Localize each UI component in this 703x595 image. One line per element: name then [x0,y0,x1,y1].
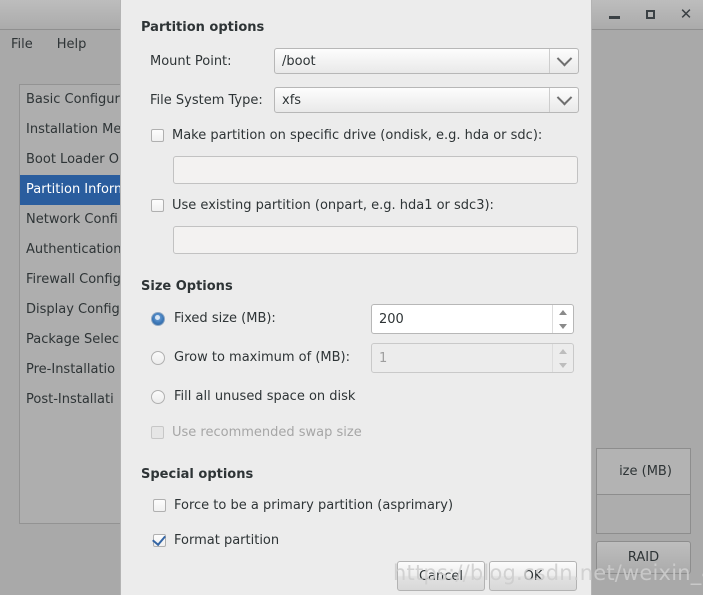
fixed-size-value[interactable]: 200 [372,305,552,333]
fill-unused-space-label: Fill all unused space on disk [174,389,356,404]
format-partition-checkbox[interactable] [153,534,166,547]
mount-point-label: Mount Point: [150,54,232,69]
fill-unused-space-radio[interactable] [151,389,165,404]
grow-to-maximum-radio-row[interactable]: Grow to maximum of (MB): [151,350,350,365]
mount-point-combobox[interactable]: /boot [274,48,579,74]
mount-point-dropdown-arrow[interactable] [549,49,578,73]
file-system-type-value: xfs [282,92,302,108]
file-system-type-dropdown-arrow[interactable] [549,88,578,112]
maximize-icon [645,9,655,19]
grow-to-maximum-spinner-buttons[interactable] [552,344,573,372]
asprimary-label: Force to be a primary partition (asprima… [174,498,454,513]
onpart-label: Use existing partition (onpart, e.g. hda… [172,198,494,213]
partition-table-panel: ize (MB) [596,448,691,534]
grow-to-maximum-radio[interactable] [151,350,165,365]
mount-point-value: /boot [282,53,316,69]
grow-decrement-button[interactable] [553,358,573,372]
recommended-swap-size-checkbox [151,426,164,439]
fixed-size-spinner-buttons[interactable] [552,305,573,333]
file-system-type-label: File System Type: [150,93,263,108]
grow-to-maximum-value[interactable]: 1 [372,344,552,372]
recommended-swap-size-row: Use recommended swap size [151,425,362,440]
raid-button[interactable]: RAID [596,541,691,574]
format-partition-checkbox-row[interactable]: Format partition [153,533,279,548]
asprimary-checkbox[interactable] [153,499,166,512]
file-system-type-combobox[interactable]: xfs [274,87,579,113]
chevron-down-icon [556,50,572,66]
grow-increment-button[interactable] [553,344,573,358]
grow-to-maximum-spinner[interactable]: 1 [371,343,574,373]
chevron-down-icon [559,362,567,368]
fixed-size-decrement-button[interactable] [553,319,573,333]
partition-table-column-size: ize (MB) [597,449,690,495]
fixed-size-label: Fixed size (MB): [174,311,276,326]
minimize-button[interactable] [603,4,625,24]
fixed-size-spinner[interactable]: 200 [371,304,574,334]
close-icon: ✕ [679,4,693,23]
section-title-size-options: Size Options [141,279,233,294]
fixed-size-increment-button[interactable] [553,305,573,319]
ondisk-label: Make partition on specific drive (ondisk… [172,128,543,143]
onpart-input[interactable] [173,226,578,254]
fill-unused-space-radio-row[interactable]: Fill all unused space on disk [151,389,355,404]
format-partition-label: Format partition [174,533,280,548]
fixed-size-radio[interactable] [151,311,165,326]
menu-file[interactable]: File [9,35,43,54]
menu-help[interactable]: Help [55,35,97,54]
section-title-partition-options: Partition options [141,20,265,35]
close-button[interactable]: ✕ [675,4,697,24]
cancel-button[interactable]: Cancel [397,561,485,591]
ondisk-checkbox[interactable] [151,129,164,142]
partition-options-dialog: Partition options Mount Point: /boot Fil… [120,0,592,595]
minimize-icon [608,16,620,19]
ok-button[interactable]: OK [489,561,577,591]
grow-to-maximum-label: Grow to maximum of (MB): [174,350,350,365]
chevron-up-icon [559,348,567,354]
window-controls: ✕ [603,4,697,24]
chevron-down-icon [556,89,572,105]
chevron-down-icon [559,323,567,329]
ondisk-checkbox-row[interactable]: Make partition on specific drive (ondisk… [151,128,542,143]
onpart-checkbox[interactable] [151,199,164,212]
partition-table-body [597,495,690,533]
recommended-swap-size-label: Use recommended swap size [172,425,362,440]
asprimary-checkbox-row[interactable]: Force to be a primary partition (asprima… [153,498,453,513]
section-title-special-options: Special options [141,467,254,482]
fixed-size-radio-row[interactable]: Fixed size (MB): [151,311,276,326]
onpart-checkbox-row[interactable]: Use existing partition (onpart, e.g. hda… [151,198,494,213]
chevron-up-icon [559,309,567,315]
ondisk-input[interactable] [173,156,578,184]
maximize-button[interactable] [639,4,661,24]
